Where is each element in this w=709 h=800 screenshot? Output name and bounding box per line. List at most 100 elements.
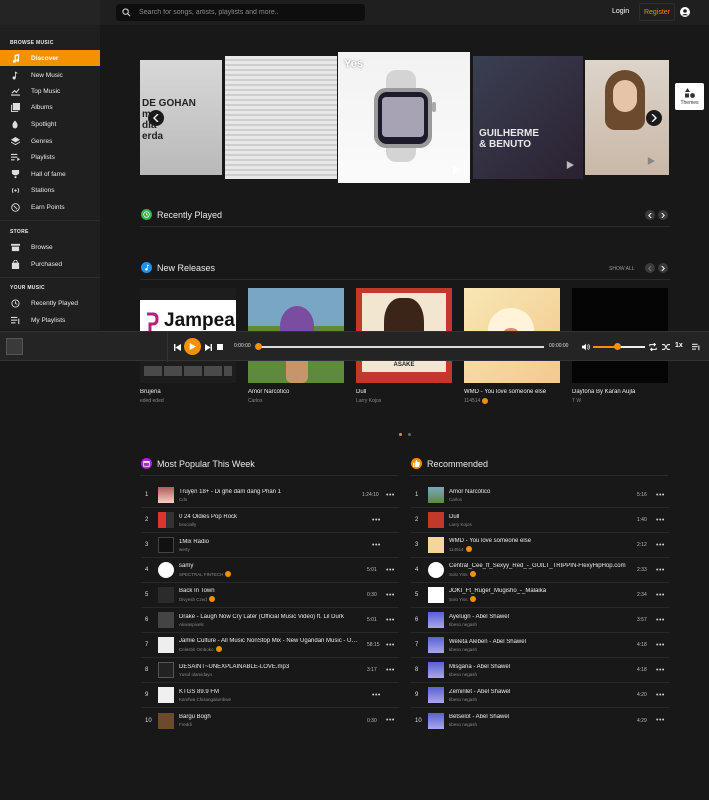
sidebar-item-top-music[interactable]: Top Music (0, 83, 100, 99)
releases-next-button[interactable] (658, 263, 668, 273)
track-artist[interactable]: tibeso negash (449, 672, 477, 677)
track-artist[interactable]: Larry Kojos (449, 522, 472, 527)
more-options-icon[interactable]: ••• (386, 492, 395, 499)
track-title[interactable]: Ayelugn - Abel Shawel (449, 614, 629, 620)
sidebar-item-recently-played[interactable]: Recently Played (0, 295, 100, 311)
stop-button[interactable] (216, 343, 224, 351)
track-row[interactable]: 5 JOKI_Ft_Ruger_Mugisho_-_Malaika Solo Yis… (411, 583, 669, 608)
track-title[interactable]: Back In Town (179, 588, 359, 594)
release-title[interactable]: Brujeria (140, 389, 236, 395)
play-button[interactable] (184, 338, 201, 355)
play-icon[interactable] (647, 157, 655, 165)
carousel-slide[interactable]: GUILHERME & BENUTO (473, 56, 583, 179)
track-row[interactable]: 3 WMD - You love someone else 114514 2:12 ••… (411, 533, 669, 558)
track-row[interactable]: 7 Weleta Aleben - Abel Shawel tibeso negas… (411, 633, 669, 658)
sidebar-item-my-playlists[interactable]: My Playlists (0, 312, 100, 328)
track-row[interactable]: 8 DESAINT~UNEXPLAINABLE-LOVE.mp3 Yusuf ola… (141, 658, 399, 683)
track-title[interactable]: DESAINT~UNEXPLAINABLE-LOVE.mp3 (179, 664, 359, 670)
track-artist[interactable]: Divyesh Czed (179, 597, 207, 602)
track-artist[interactable]: Solo Yiss (449, 597, 468, 602)
release-artist[interactable]: 114514 (464, 398, 480, 404)
volume-button[interactable] (582, 343, 590, 351)
more-options-icon[interactable]: ••• (386, 642, 395, 649)
repeat-button[interactable] (649, 343, 657, 351)
track-artist[interactable]: tibeso negash (449, 622, 477, 627)
release-title[interactable]: Dull (356, 389, 452, 395)
track-row[interactable]: 10 Bargu Bogh Freddi 0:30 ••• (141, 708, 399, 733)
progress-handle[interactable] (255, 343, 262, 350)
dot[interactable] (408, 433, 412, 436)
next-button[interactable] (204, 343, 212, 351)
more-options-icon[interactable]: ••• (386, 567, 395, 574)
track-artist[interactable]: Kamfwa Chisangalumbwe (179, 697, 231, 702)
track-row[interactable]: 8 Misgana - Abel Shawel tibeso negash 4:18 •… (411, 658, 669, 683)
track-artist[interactable]: tibeso negash (449, 647, 477, 652)
sidebar-item-new-music[interactable]: New Music (0, 67, 100, 83)
track-row[interactable]: 10 Betselot - Abel Shawel tibeso negash 4:2… (411, 708, 669, 733)
more-options-icon[interactable]: ••• (656, 617, 665, 624)
releases-prev-button[interactable] (645, 263, 655, 273)
track-row[interactable]: 1 Amor Narcótico Carlos 5:16 ••• (411, 483, 669, 508)
carousel-prev-button[interactable] (148, 110, 164, 126)
sidebar-item-genres[interactable]: Genres (0, 133, 100, 149)
track-row[interactable]: 4 Central_Cee_ft_Sexyy_Red_-_GUILT_TRIPPI… (411, 558, 669, 583)
track-artist[interactable]: Akwaspixels (179, 622, 204, 627)
track-row[interactable]: 3 1Mix Radio werty ••• (141, 533, 399, 558)
track-artist[interactable]: SPECTRAL FINTECH (179, 572, 223, 577)
track-title[interactable]: Central_Cee_ft_Sexyy_Red_-_GUILT_TRIPPIN… (449, 563, 629, 569)
sidebar-item-purchased[interactable]: Purchased (0, 256, 100, 272)
track-title[interactable]: Zemirilet - Abel Shawel (449, 689, 629, 695)
more-options-icon[interactable]: ••• (656, 667, 665, 674)
user-icon[interactable] (680, 7, 690, 17)
track-artist[interactable]: Solo Yiss (449, 572, 468, 577)
track-title[interactable]: KTGS 89.9 FM (179, 689, 359, 695)
more-options-icon[interactable]: ••• (656, 492, 665, 499)
track-title[interactable]: Drake - Laugh Now Cry Later (Official Mu… (179, 614, 359, 620)
track-row[interactable]: 4 samy SPECTRAL FINTECH 5:01 ••• (141, 558, 399, 583)
track-artist[interactable]: Carlos (449, 497, 462, 502)
release-artist[interactable]: eded eded (140, 398, 164, 404)
register-button[interactable]: Register (639, 3, 675, 21)
release-title[interactable]: WMD - You love someone else (464, 389, 560, 395)
release-artist[interactable]: Larry Kojos (356, 398, 381, 404)
sidebar-item-earn-points[interactable]: Earn Points (0, 199, 100, 215)
track-title[interactable]: Bargu Bogh (179, 714, 359, 720)
track-artist[interactable]: 114514 (449, 547, 464, 552)
more-options-icon[interactable]: ••• (372, 692, 381, 699)
more-options-icon[interactable]: ••• (386, 717, 395, 724)
release-title[interactable]: Daytona By Karan Aujla (572, 389, 668, 395)
track-artist[interactable]: Cdn (179, 497, 187, 502)
search-input[interactable] (139, 9, 359, 16)
play-icon[interactable] (566, 161, 574, 169)
track-title[interactable]: WMD - You love someone else (449, 538, 629, 544)
sidebar-item-spotlight[interactable]: Spotlight (0, 116, 100, 132)
more-options-icon[interactable]: ••• (656, 517, 665, 524)
search-box[interactable] (116, 4, 365, 21)
track-title[interactable]: 0 24 Oldies Pop Rock (179, 514, 359, 520)
recent-prev-button[interactable] (645, 210, 655, 220)
track-row[interactable]: 6 Drake - Laugh Now Cry Later (Official M… (141, 608, 399, 633)
track-title[interactable]: Weleta Aleben - Abel Shawel (449, 639, 629, 645)
more-options-icon[interactable]: ••• (656, 592, 665, 599)
playback-speed[interactable]: 1x (675, 342, 683, 349)
themes-button[interactable]: Themes (675, 83, 704, 110)
track-title[interactable]: JOKI_Ft_Ruger_Mugisho_-_Malaika (449, 588, 629, 594)
track-title[interactable]: Truyện 18+ - Di ghẻ dâm đãng Phần 1 (179, 489, 359, 495)
track-artist[interactable]: Freddi (179, 722, 192, 727)
show-all-link[interactable]: SHOW ALL (609, 266, 635, 272)
previous-button[interactable] (173, 343, 181, 351)
play-icon[interactable] (452, 165, 461, 174)
track-title[interactable]: Jamie Culture - All Music NonStop Mix - … (179, 638, 359, 644)
sidebar-item-hall-of-fame[interactable]: Hall of fame (0, 166, 100, 182)
release-title[interactable]: Amor Narcótico (248, 389, 344, 395)
sidebar-item-playlists[interactable]: Playlists (0, 149, 100, 165)
sidebar-item-browse[interactable]: Browse (0, 239, 100, 255)
track-title[interactable]: Amor Narcótico (449, 489, 629, 495)
carousel-slide-active[interactable]: Yes (338, 52, 470, 183)
more-options-icon[interactable]: ••• (372, 542, 381, 549)
track-row[interactable]: 7 Jamie Culture - All Music NonStop Mix -… (141, 633, 399, 658)
more-options-icon[interactable]: ••• (386, 617, 395, 624)
sidebar-item-stations[interactable]: Stations (0, 182, 100, 198)
release-artist[interactable]: Carlos (248, 398, 262, 404)
track-row[interactable]: 5 Back In Town Divyesh Czed 0:30 ••• (141, 583, 399, 608)
